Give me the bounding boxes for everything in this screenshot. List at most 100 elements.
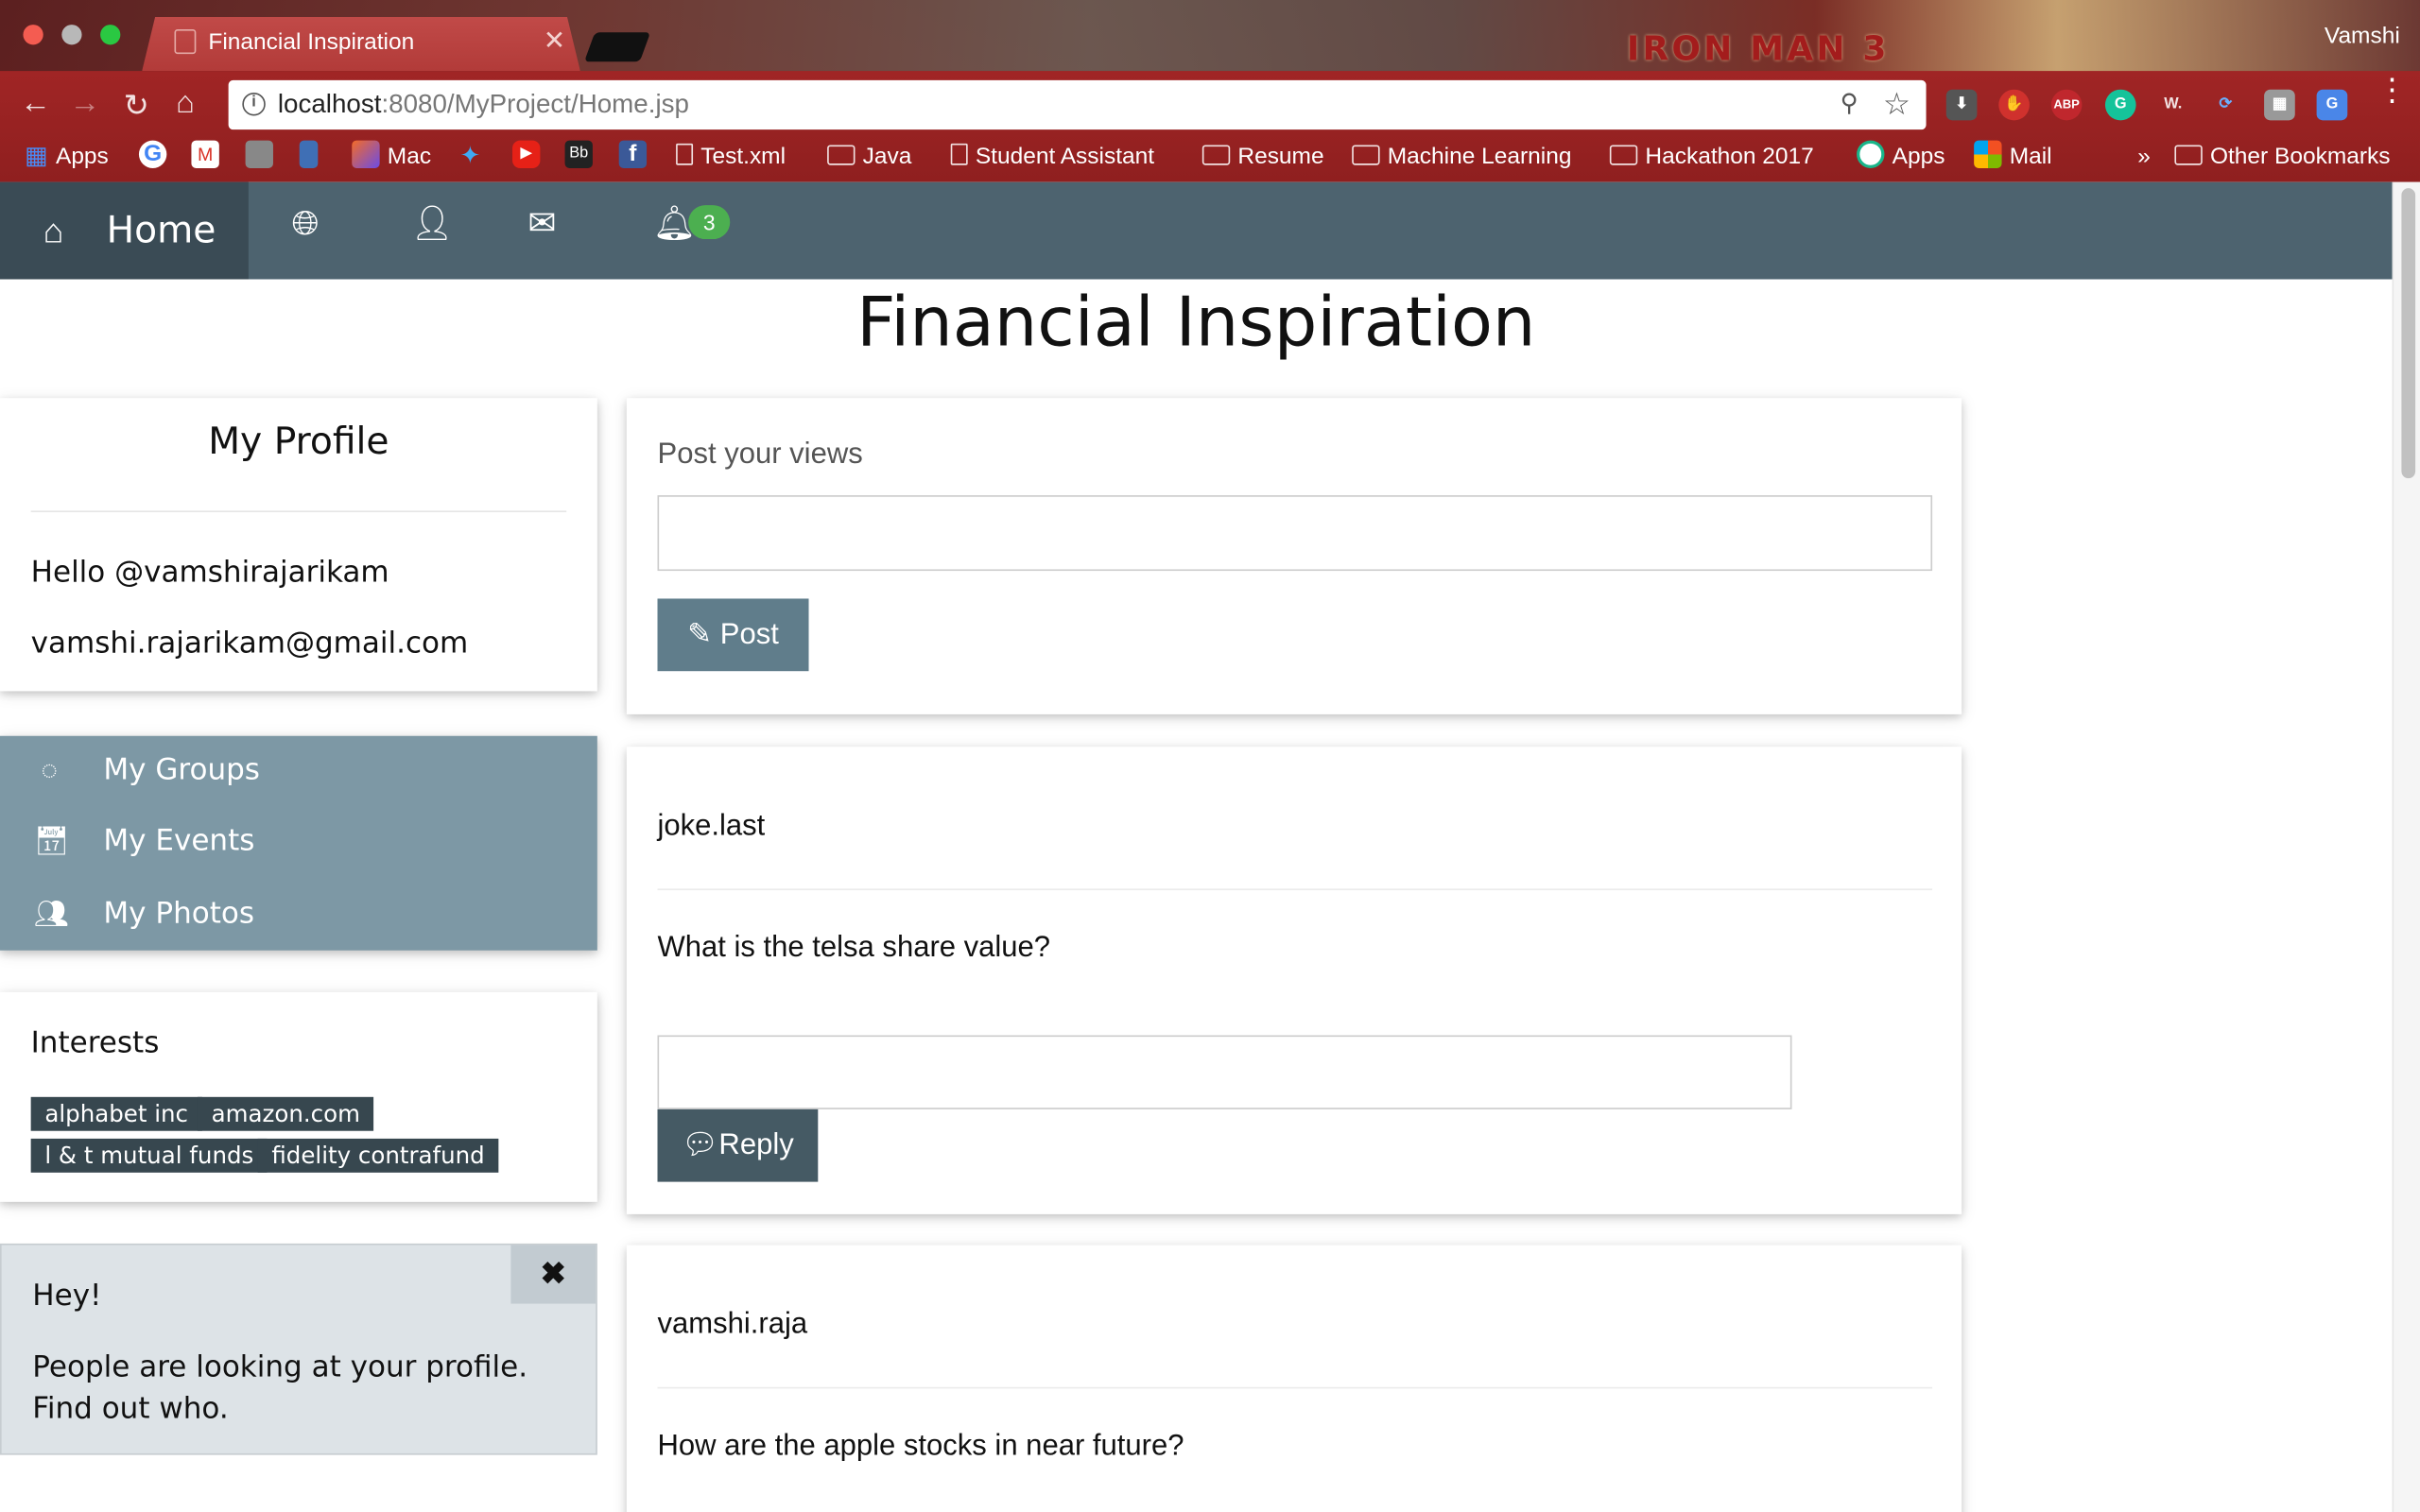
post-author[interactable]: vamshi.raja xyxy=(658,1308,808,1342)
profile-card: My Profile Hello @vamshirajarikam vamshi… xyxy=(0,398,597,692)
w-extension-icon[interactable]: W. xyxy=(2157,90,2188,121)
sync-extension-icon[interactable]: ⟳ xyxy=(2210,90,2241,121)
interest-tag[interactable]: amazon.com xyxy=(197,1096,374,1131)
bookmark-facebook[interactable]: f xyxy=(618,140,655,173)
translate-extension-icon[interactable]: G xyxy=(2316,89,2348,121)
globe-icon[interactable]: 🌐︎ xyxy=(292,204,320,244)
info-icon[interactable]: i xyxy=(242,92,266,116)
interest-tag[interactable]: l & t mutual funds xyxy=(30,1138,268,1173)
alert-title: Hey! xyxy=(32,1279,102,1314)
bookmark-site[interactable] xyxy=(245,140,282,173)
bookmark-mac[interactable]: Mac xyxy=(352,140,431,173)
bookmark-student-assistant[interactable]: Student Assistant xyxy=(950,142,1154,173)
apps-grid-icon: ▦ xyxy=(25,143,48,170)
document-icon xyxy=(950,143,968,165)
document-icon xyxy=(676,143,694,165)
browser-menu-icon[interactable]: ⋮ xyxy=(2377,76,2408,107)
menu-item-my-photos[interactable]: 👥︎ My Photos xyxy=(0,880,597,951)
bookmark-label: Java xyxy=(862,143,912,170)
facebook-icon: f xyxy=(618,140,648,169)
reply-button[interactable]: 💬︎Reply xyxy=(657,1108,819,1182)
bird-icon: ✦ xyxy=(459,143,481,170)
reply-input[interactable] xyxy=(657,1035,1792,1109)
menu-item-my-groups[interactable]: ◌ My Groups xyxy=(0,736,597,807)
forward-arrow-icon[interactable]: → xyxy=(69,86,100,122)
page-title: Financial Inspiration xyxy=(856,284,1536,363)
hand-extension-icon[interactable]: ✋ xyxy=(1998,89,2030,121)
reply-button-label: Reply xyxy=(718,1129,794,1162)
bookmark-other[interactable]: Other Bookmarks xyxy=(2174,142,2391,173)
download-extension-icon[interactable]: ⬇ xyxy=(1945,89,1978,121)
interests-card: Interests alphabet inc amazon.com l & t … xyxy=(0,991,597,1202)
site-icon xyxy=(245,140,273,169)
nav-home-label: Home xyxy=(106,208,216,252)
bookmark-label: Machine Learning xyxy=(1387,143,1572,170)
bookmarks-overflow-chevron[interactable]: » xyxy=(2137,142,2151,173)
nav-home-link[interactable]: ⌂ Home xyxy=(0,181,249,280)
post-button[interactable]: ✎ Post xyxy=(657,598,809,672)
bookmark-java[interactable]: Java xyxy=(827,142,911,173)
url-path: :8080/MyProject/Home.jsp xyxy=(381,89,689,119)
feed-post: joke.last What is the telsa share value?… xyxy=(626,747,1962,1214)
back-arrow-icon[interactable]: ← xyxy=(20,86,51,122)
bookmark-label: Mail xyxy=(2009,143,2052,170)
tab-favicon-icon xyxy=(174,29,197,55)
envelope-icon[interactable]: ✉ xyxy=(527,204,556,244)
profile-views-alert: ✖ Hey! People are looking at your profil… xyxy=(0,1243,597,1455)
bookmark-machine-learning[interactable]: Machine Learning xyxy=(1352,142,1571,173)
interest-tag[interactable]: fidelity contrafund xyxy=(257,1138,499,1173)
profile-email: vamshi.rajarikam@gmail.com xyxy=(30,626,469,661)
comment-icon: 💬︎ xyxy=(682,1129,719,1162)
bookmark-gmail[interactable]: M xyxy=(191,140,227,173)
bookmark-youtube[interactable]: ▶ xyxy=(512,140,548,173)
bookmark-apps-2[interactable]: Apps xyxy=(1857,140,1945,173)
divider xyxy=(657,888,1933,891)
address-bar[interactable]: i localhost:8080/MyProject/Home.jsp ⚲ ☆ xyxy=(228,79,1927,130)
pencil-icon: ✎ xyxy=(687,618,713,651)
new-tab-button[interactable] xyxy=(584,32,651,62)
grammarly-extension-icon[interactable]: G xyxy=(2104,89,2136,121)
window-maximize-button[interactable] xyxy=(100,25,121,45)
tab-close-icon[interactable]: ✕ xyxy=(544,26,565,58)
browser-profile-name[interactable]: Vamshi xyxy=(2325,23,2400,49)
adblock-extension-icon[interactable]: ABP xyxy=(2050,89,2083,121)
close-icon[interactable]: ✖ xyxy=(510,1245,596,1304)
home-icon[interactable]: ⌂ xyxy=(176,86,195,122)
post-composer-card: Post your views ✎ Post xyxy=(626,398,1962,714)
bookmark-hackathon[interactable]: Hackathon 2017 xyxy=(1609,142,1814,173)
theme-title-text: IRON MAN 3 xyxy=(1626,30,1890,70)
menu-item-my-events[interactable]: 📅︎ My Events xyxy=(0,807,597,878)
menu-item-label: My Photos xyxy=(103,896,255,931)
menu-item-label: My Events xyxy=(103,823,255,858)
web-page: ⌂ Home 🌐︎ 👤︎ ✉ 🔔︎ 3 Financial Inspiratio… xyxy=(0,181,2393,1512)
post-input[interactable] xyxy=(657,495,1933,572)
folder-icon xyxy=(2174,144,2203,164)
microsoft-mail-icon xyxy=(1974,140,2002,169)
bookmark-phone[interactable] xyxy=(299,140,326,173)
user-icon[interactable]: 👤︎ xyxy=(410,204,454,244)
window-minimize-button[interactable] xyxy=(61,25,82,45)
bookmark-resume[interactable]: Resume xyxy=(1201,142,1324,173)
reload-icon[interactable]: ↻ xyxy=(124,86,149,125)
bookmark-apps[interactable]: ▦ Apps xyxy=(25,142,109,173)
divider xyxy=(657,1386,1933,1389)
profile-greeting: Hello @vamshirajarikam xyxy=(30,555,389,590)
image-extension-icon[interactable]: ▦ xyxy=(2264,89,2295,121)
bookmark-test-xml[interactable]: Test.xml xyxy=(676,142,786,173)
browser-chrome: Financial Inspiration ✕ IRON MAN 3 Vamsh… xyxy=(0,0,2420,182)
interests-title: Interests xyxy=(30,1025,160,1060)
window-close-button[interactable] xyxy=(23,25,43,45)
bookmark-bird[interactable]: ✦ xyxy=(460,142,489,173)
bookmark-google[interactable]: G xyxy=(138,140,175,173)
key-icon[interactable]: ⚲ xyxy=(1841,88,1858,119)
page-scrollbar[interactable] xyxy=(2392,181,2420,1512)
scrollbar-thumb[interactable] xyxy=(2401,188,2416,479)
post-author[interactable]: joke.last xyxy=(658,810,766,844)
bookmark-blackboard[interactable]: Bb xyxy=(564,140,601,173)
interest-tag[interactable]: alphabet inc xyxy=(30,1096,202,1131)
tab-title: Financial Inspiration xyxy=(208,29,415,56)
url-text[interactable]: localhost:8080/MyProject/Home.jsp xyxy=(278,90,689,121)
bookmark-star-icon[interactable]: ☆ xyxy=(1883,85,1910,124)
bookmark-mail[interactable]: Mail xyxy=(1974,140,2052,173)
google-icon: G xyxy=(138,140,167,169)
